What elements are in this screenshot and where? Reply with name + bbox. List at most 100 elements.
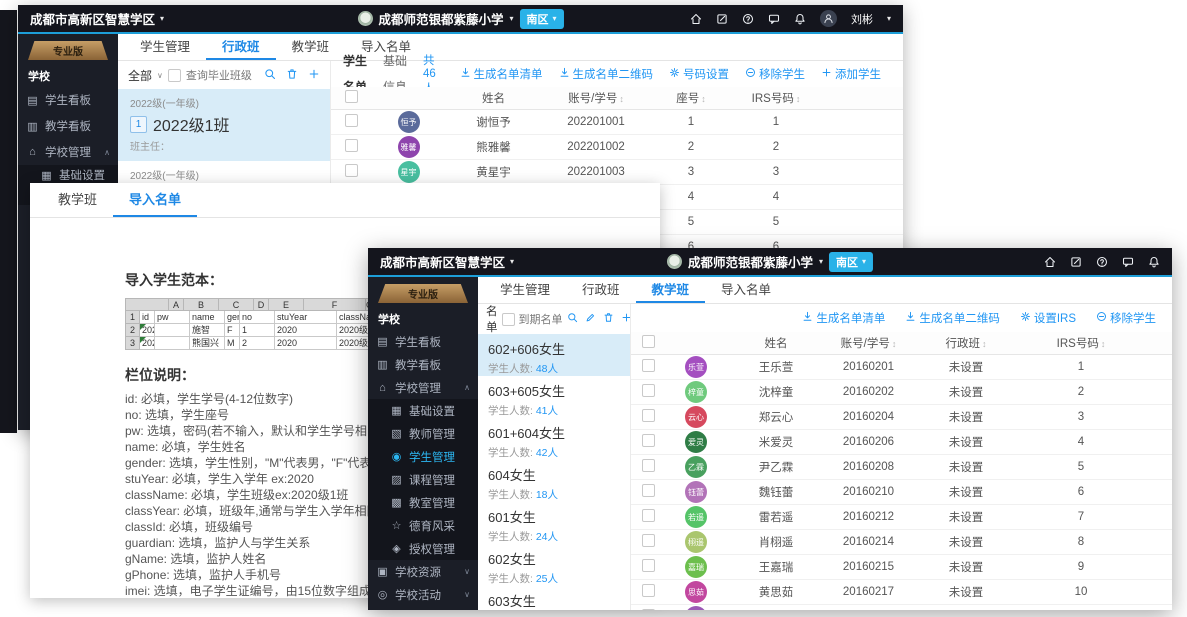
plus-icon[interactable] [308,68,320,83]
row-checkbox[interactable] [642,384,655,397]
user-avatar[interactable] [820,10,837,27]
col-class[interactable]: 行政班↕ [911,335,1021,351]
class-group-item[interactable]: 604女生 学生人数: 18人 [478,460,630,502]
student-row[interactable]: 雅馨 熊雅馨 202201002 2 2 [331,135,903,160]
action-link[interactable]: 移除学生 [1096,310,1156,326]
user-name[interactable]: 刘彬 [851,11,873,27]
sidebar-item[interactable]: ◉ 学生管理 [368,445,478,468]
class-group-item[interactable]: 601+604女生 学生人数: 42人 [478,418,630,460]
filter-all-dropdown[interactable]: 全部 [128,67,152,84]
sidebar-item[interactable]: ⌂ 学校管理 ∧ [18,139,118,165]
help-icon[interactable] [1096,256,1108,268]
col-seat[interactable]: 座号↕ [651,90,731,106]
home-icon[interactable] [690,13,702,25]
sidebar-item[interactable]: ⌂ 学校管理 ∧ [368,376,478,399]
search-icon[interactable] [264,68,276,83]
tab[interactable]: 导入名单 [705,277,787,303]
action-link[interactable]: 生成名单清单 [460,66,543,82]
sidebar-item[interactable]: ◎ 学校活动 ∨ [368,583,478,606]
student-row[interactable] [631,605,1172,610]
row-checkbox[interactable] [345,164,358,177]
action-link[interactable]: 生成名单二维码 [905,310,1000,326]
bell-icon[interactable] [794,13,806,25]
student-row[interactable]: 栩遥 肖栩遥 20160214 未设置 8 [631,530,1172,555]
sidebar-item[interactable]: ▦ 基础设置 [18,165,118,185]
sidebar-item[interactable]: ▩ 教室管理 [368,491,478,514]
tab[interactable]: 行政班 [206,34,276,60]
class-group-item[interactable]: 603+605女生 学生人数: 41人 [478,376,630,418]
tab[interactable]: 教学班 [42,183,113,217]
action-link[interactable]: 添加学生 [821,66,881,82]
trash-icon[interactable] [286,68,298,83]
zone-badge[interactable]: 南区 ▾ [829,252,873,272]
student-row[interactable]: 钰蕾 魏钰蕾 20160210 未设置 6 [631,480,1172,505]
student-row[interactable]: 恒予 谢恒予 202201001 1 1 [331,110,903,135]
col-account[interactable]: 账号/学号↕ [826,335,911,351]
row-checkbox[interactable] [345,114,358,127]
row-checkbox[interactable] [345,139,358,152]
student-row[interactable]: 云心 郑云心 20160204 未设置 3 [631,405,1172,430]
class-group-item[interactable]: 602女生 学生人数: 25人 [478,544,630,586]
student-row[interactable]: 思茹 黄思茹 20160217 未设置 10 [631,580,1172,605]
chat-icon[interactable] [1122,256,1134,268]
row-checkbox[interactable] [642,484,655,497]
col-irs[interactable]: IRS号码↕ [1021,335,1141,351]
select-all-checkbox[interactable] [345,90,358,103]
tab[interactable]: 导入名单 [113,183,197,217]
search-icon[interactable] [567,312,578,326]
sidebar-item[interactable]: ▥ 教学看板 [18,113,118,139]
student-row[interactable]: 乙霖 尹乙霖 20160208 未设置 5 [631,455,1172,480]
sidebar-item[interactable]: ▤ 学生看板 [18,87,118,113]
sidebar-item[interactable]: ▧ 教师管理 [368,422,478,445]
student-row[interactable]: 星宇 黄星宇 202201003 3 3 [331,160,903,185]
trash-icon[interactable] [603,312,614,326]
sidebar-item[interactable]: ▣ 学校资源 ∨ [368,560,478,583]
tab[interactable]: 学生管理 [124,34,206,60]
edit-square-icon[interactable] [716,13,728,25]
row-checkbox[interactable] [642,359,655,372]
student-row[interactable]: 若遥 雷若遥 20160212 未设置 7 [631,505,1172,530]
action-link[interactable]: 号码设置 [669,66,729,82]
tab[interactable]: 行政班 [566,277,636,303]
class-group-item[interactable]: 603女生 学生人数: [478,586,630,610]
sidebar-item[interactable]: ☆ 德育风采 [368,514,478,537]
home-icon[interactable] [1044,256,1056,268]
col-irs[interactable]: IRS号码↕ [731,90,821,106]
row-checkbox[interactable] [642,509,655,522]
pencil-icon[interactable] [585,312,596,326]
expired-checkbox[interactable] [502,313,515,326]
action-link[interactable]: 设置IRS [1020,310,1076,326]
row-checkbox[interactable] [642,409,655,422]
sidebar-item[interactable]: ◈ 授权管理 [368,537,478,560]
student-row[interactable]: 嘉瑞 王嘉瑞 20160215 未设置 9 [631,555,1172,580]
bell-icon[interactable] [1148,256,1160,268]
row-checkbox[interactable] [642,584,655,597]
help-icon[interactable] [742,13,754,25]
zone-badge[interactable]: 南区 ▾ [520,9,564,29]
graduated-checkbox[interactable] [168,69,181,82]
school-selector[interactable]: 成都师范银都紫藤小学 ▾ 南区 ▾ [667,252,873,272]
row-checkbox[interactable] [642,559,655,572]
tab[interactable]: 教学班 [276,34,346,60]
chat-icon[interactable] [768,13,780,25]
action-link[interactable]: 移除学生 [745,66,805,82]
select-all-checkbox[interactable] [642,335,655,348]
row-checkbox[interactable] [642,459,655,472]
class-group-item[interactable]: 602+606女生 学生人数: 48人 [478,334,630,376]
sidebar-item[interactable]: ◔ 课例数据 ∨ [368,606,478,610]
row-checkbox[interactable] [642,534,655,547]
class-group-item[interactable]: 601女生 学生人数: 24人 [478,502,630,544]
plus-icon[interactable] [621,312,632,326]
tab[interactable]: 教学班 [636,277,706,303]
sidebar-item[interactable]: ▦ 基础设置 [368,399,478,422]
action-link[interactable]: 生成名单清单 [802,310,885,326]
class-card[interactable]: 2022级(一年级) 1 2022级1班 班主任： [118,89,330,161]
school-selector[interactable]: 成都师范银都紫藤小学 ▾ 南区 ▾ [357,9,563,29]
student-row[interactable]: 乐萱 王乐萱 20160201 未设置 1 [631,355,1172,380]
district-menu[interactable]: 成都市高新区智慧学区 ▾ [30,9,164,28]
tab[interactable]: 学生管理 [484,277,566,303]
district-menu[interactable]: 成都市高新区智慧学区 ▾ [380,252,514,271]
row-checkbox[interactable] [642,434,655,447]
action-link[interactable]: 生成名单二维码 [559,66,654,82]
row-checkbox[interactable] [642,609,655,610]
